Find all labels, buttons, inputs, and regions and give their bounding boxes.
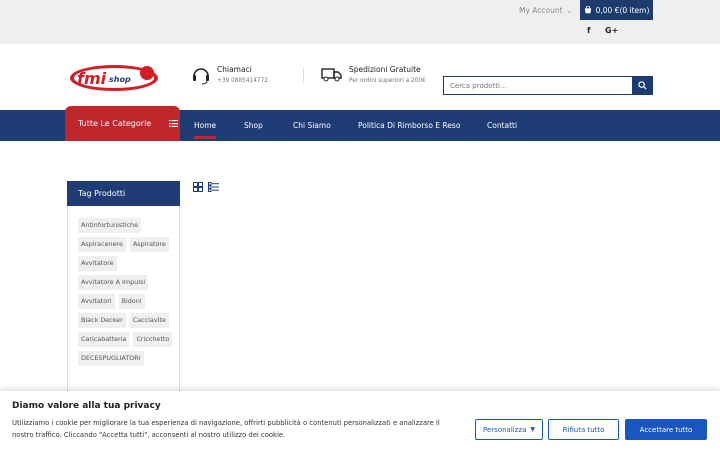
fmi-shop-logo[interactable]: fmi shop	[69, 63, 162, 93]
tag-list: Antinfortunistiche Aspiracenere Aspirato…	[78, 218, 176, 366]
facebook-icon[interactable]: f	[587, 26, 590, 35]
list-icon	[169, 120, 179, 127]
tag-item[interactable]: Aspiracenere	[78, 237, 126, 252]
cart-button[interactable]: 0,00 €(0 item)	[580, 0, 653, 20]
cookie-title: Diamo valore alla tua privacy	[12, 401, 161, 411]
tag-item[interactable]: Antinfortunistiche	[78, 218, 142, 233]
cart-summary: 0,00 €(0 item)	[595, 5, 650, 15]
phone-number: +39 0885414772	[217, 78, 268, 84]
my-account-label: My Account	[519, 6, 563, 15]
svg-text:shop: shop	[109, 75, 131, 84]
tag-widget-title: Tag Prodotti	[67, 181, 180, 206]
search-button[interactable]	[632, 77, 652, 94]
tag-item[interactable]: Black Decker	[78, 313, 126, 328]
tag-item[interactable]: DECESPUGLIATORI	[78, 351, 144, 366]
divider	[303, 67, 304, 83]
view-toggle	[193, 182, 219, 192]
tag-item[interactable]: Caricabatteria	[78, 332, 130, 347]
customize-button[interactable]: Personalizza ▼	[475, 419, 543, 440]
tag-item[interactable]: Cacciavite	[129, 313, 169, 328]
reject-label: Rifiuta tutto	[562, 425, 605, 434]
shipping-block: Spedizioni Gratuite Per ordini superiori…	[321, 65, 426, 84]
nav-chi-siamo[interactable]: Chi Siamo	[293, 121, 331, 130]
grid-view-icon[interactable]	[193, 182, 203, 192]
call-us-block: Chiamaci +39 0885414772	[191, 65, 268, 85]
google-plus-icon[interactable]: G+	[605, 26, 618, 35]
nav-home[interactable]: Home	[194, 121, 217, 139]
all-categories-label: Tutte Le Categorie	[78, 119, 152, 128]
list-view-icon[interactable]	[208, 182, 219, 192]
tag-item[interactable]: Cricchetto	[133, 332, 173, 347]
call-title: Chiamaci	[217, 65, 252, 74]
cart-icon	[584, 6, 591, 14]
shipping-title: Spedizioni Gratuite	[349, 65, 421, 74]
nav-shop[interactable]: Shop	[244, 121, 263, 130]
tag-item[interactable]: Avvitatori	[78, 294, 115, 309]
accept-label: Accettare tutto	[639, 425, 693, 434]
tag-item[interactable]: Avvitatore	[78, 256, 117, 271]
search-bar	[443, 76, 653, 95]
my-account-menu[interactable]: My Account ⌄	[519, 6, 572, 15]
search-icon	[637, 81, 647, 90]
tag-item[interactable]: Bidoni	[118, 294, 145, 309]
all-categories-button[interactable]: Tutte Le Categorie	[65, 106, 180, 141]
nav-rimborso[interactable]: Politica Di Rimborso E Reso	[358, 121, 460, 130]
truck-icon	[321, 68, 342, 82]
reject-all-button[interactable]: Rifiuta tutto	[548, 419, 619, 440]
shipping-sub: Per ordini superiori a 200€	[349, 78, 426, 84]
customize-label: Personalizza	[483, 425, 527, 434]
chevron-down-icon: ⌄	[566, 6, 573, 15]
svg-text:fmi: fmi	[77, 69, 107, 88]
search-input[interactable]	[444, 77, 632, 94]
tag-item[interactable]: Avvitatore A Impulsi	[78, 275, 149, 290]
caret-down-icon: ▼	[530, 426, 535, 433]
headset-icon	[193, 68, 209, 85]
cookie-text: Utilizziamo i cookie per migliorare la t…	[12, 419, 440, 439]
accept-all-button[interactable]: Accettare tutto	[625, 419, 707, 440]
tag-item[interactable]: Aspiratore	[129, 237, 169, 252]
nav-contatti[interactable]: Contatti	[487, 121, 517, 130]
